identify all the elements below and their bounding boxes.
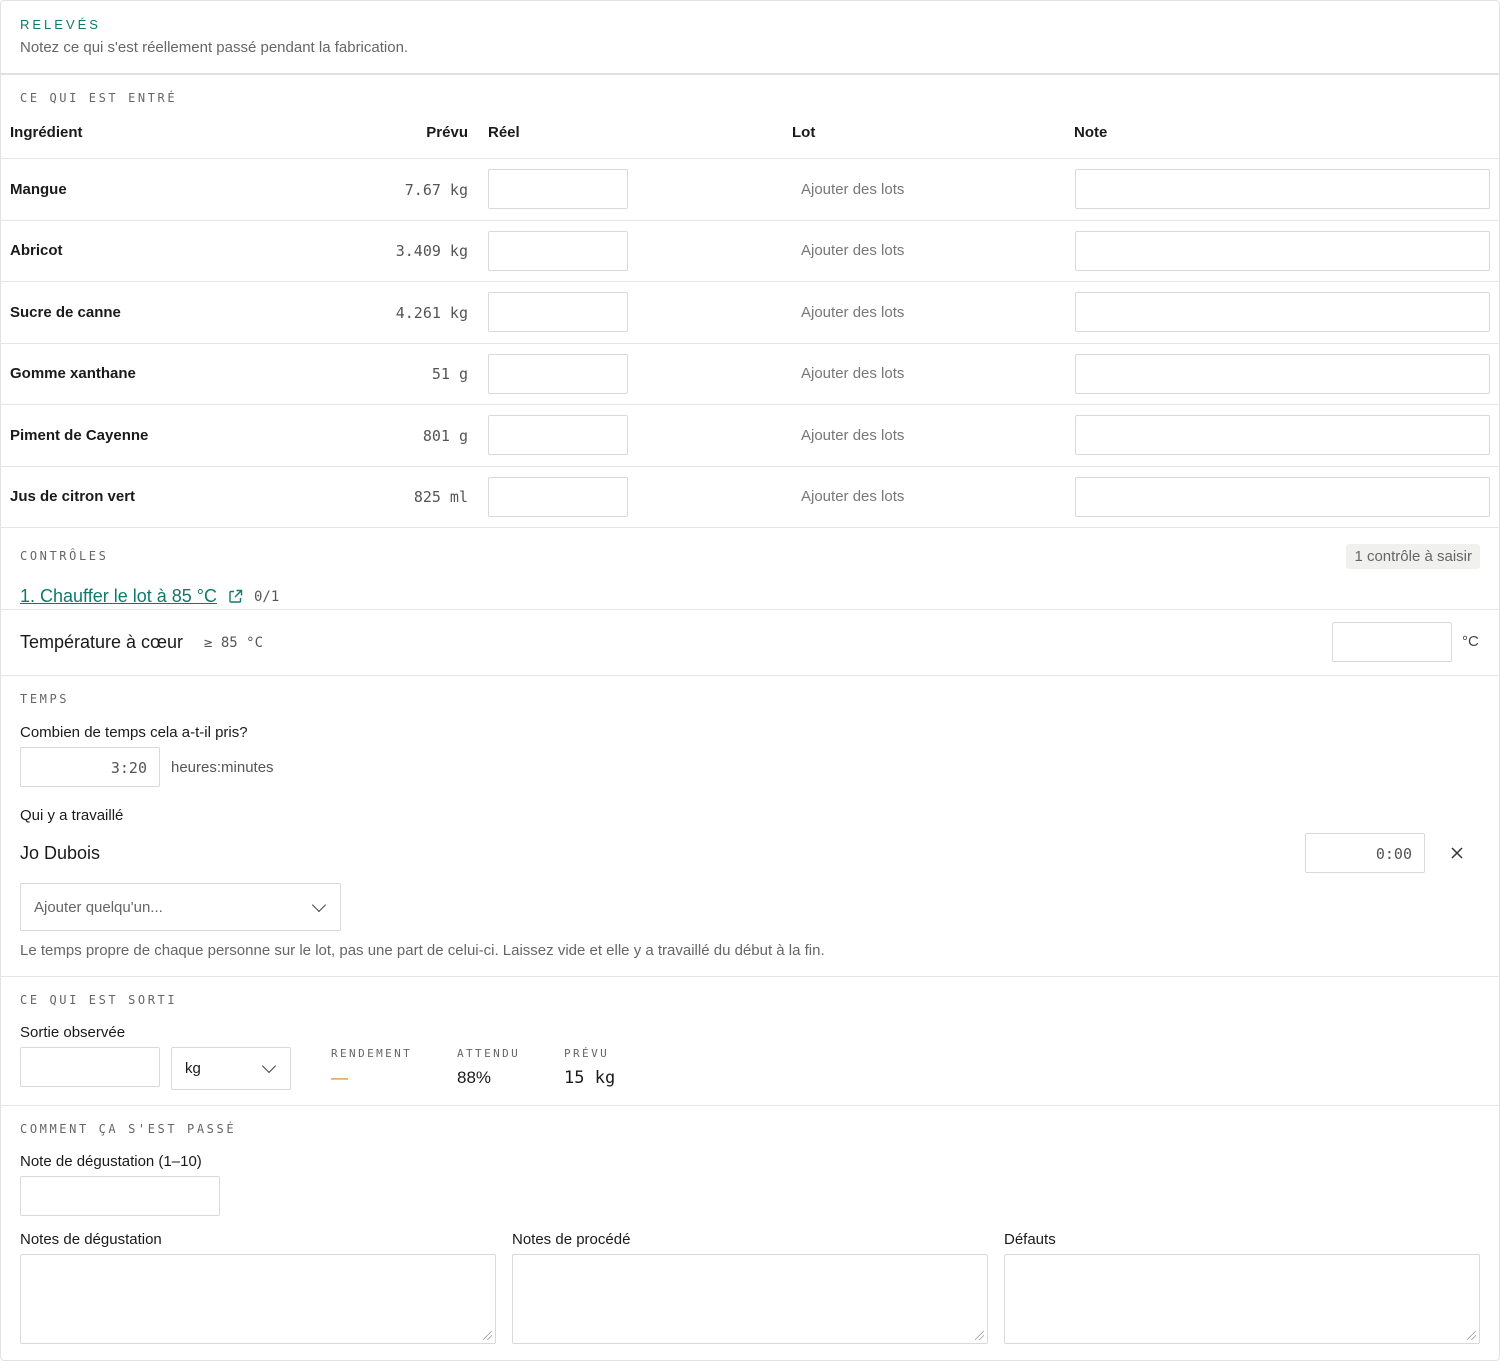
resize-handle-icon[interactable] [483,1331,492,1340]
actual-quantity-input[interactable] [488,415,628,455]
divider [0,976,1500,977]
add-person-placeholder: Ajouter quelqu'un... [34,899,163,916]
tasting-score-input[interactable] [20,1176,220,1216]
note-input[interactable] [1075,354,1490,394]
defects-textarea[interactable] [1004,1254,1480,1344]
column-header-note: Note [1074,124,1108,141]
column-header-actual: Réel [488,124,520,141]
check-target: ≥ 85 °C [204,635,264,651]
column-header-ingredient: Ingrédient [10,124,83,141]
check-label: Température à cœur [20,632,184,652]
section-eyebrow-inputs: CE QUI EST ENTRÉ [20,91,178,105]
add-lots-button[interactable]: Ajouter des lots [801,427,904,444]
ingredient-name: Piment de Cayenne [10,427,149,444]
duration-unit: heures:minutes [171,759,274,776]
chevron-down-icon [261,1058,277,1074]
add-lots-button[interactable]: Ajouter des lots [801,242,904,259]
add-lots-button[interactable]: Ajouter des lots [801,365,904,382]
yield-label: RENDEMENT [331,1047,413,1060]
divider [0,1105,1500,1106]
planned-quantity: 801 g [422,427,468,445]
actual-quantity-input[interactable] [488,292,628,332]
divider [0,281,1500,282]
divider [0,158,1500,159]
planned-output-label: PRÉVU [564,1047,610,1060]
section-eyebrow-records: RELEVÉS [20,17,101,32]
actual-quantity-input[interactable] [488,354,628,394]
divider [0,609,1500,610]
external-link-icon[interactable] [228,589,243,604]
ingredient-name: Sucre de canne [10,304,121,321]
add-lots-button[interactable]: Ajouter des lots [801,304,904,321]
note-input[interactable] [1075,477,1490,517]
control-step-progress: 0/1 [254,589,280,605]
yield-value: — [331,1068,348,1087]
process-notes-textarea[interactable] [512,1254,988,1344]
planned-output-value: 15 kg [564,1068,616,1088]
divider [0,73,1500,75]
workers-label: Qui y a travaillé [20,807,124,824]
column-header-planned: Prévu [426,124,468,141]
duration-value: 3:20 [110,759,147,777]
resize-handle-icon[interactable] [1467,1331,1476,1340]
pending-controls-badge: 1 contrôle à saisir [1346,544,1480,569]
section-subtitle: Notez ce qui s'est réellement passé pend… [20,39,409,56]
divider [0,675,1500,676]
ingredient-name: Mangue [10,181,67,198]
remove-worker-close-icon[interactable] [1450,846,1464,860]
ingredient-name: Abricot [10,242,63,259]
planned-quantity: 7.67 kg [404,181,468,199]
output-unit-select[interactable]: kg [171,1047,291,1090]
expected-value: 88% [457,1068,492,1087]
column-header-lot: Lot [792,124,816,141]
resize-handle-icon[interactable] [975,1331,984,1340]
ingredient-name: Gomme xanthane [10,365,136,382]
note-input[interactable] [1075,292,1490,332]
planned-quantity: 825 ml [413,488,468,506]
output-unit-value: kg [185,1060,201,1077]
expected-label: ATTENDU [457,1047,521,1060]
divider [0,220,1500,221]
duration-input[interactable]: 3:20 [20,747,160,787]
add-lots-button[interactable]: Ajouter des lots [801,488,904,505]
section-eyebrow-output: CE QUI EST SORTI [20,993,178,1007]
chevron-down-icon [311,897,327,913]
worker-time-value: 0:00 [1375,845,1412,863]
observed-output-label: Sortie observée [20,1024,126,1041]
defects-label: Défauts [1004,1231,1056,1248]
control-step-link[interactable]: 1. Chauffer le lot à 85 °C [20,586,217,607]
add-lots-button[interactable]: Ajouter des lots [801,181,904,198]
observed-output-input[interactable] [20,1047,160,1087]
section-eyebrow-notes: COMMENT ÇA S'EST PASSÉ [20,1122,237,1136]
ingredient-name: Jus de citron vert [10,488,136,505]
worker-time-input[interactable]: 0:00 [1305,833,1425,873]
temperature-unit: °C [1462,633,1479,650]
tasting-notes-label: Notes de dégustation [20,1231,162,1248]
add-person-select[interactable]: Ajouter quelqu'un... [20,883,341,931]
worker-name: Jo Dubois [20,843,101,863]
duration-question: Combien de temps cela a-t-il pris? [20,724,248,741]
section-eyebrow-time: TEMPS [20,692,70,706]
divider [0,466,1500,467]
divider [0,404,1500,405]
planned-quantity: 51 g [431,365,468,383]
note-input[interactable] [1075,169,1490,209]
divider [0,527,1500,528]
actual-quantity-input[interactable] [488,477,628,517]
tasting-notes-textarea[interactable] [20,1254,496,1344]
note-input[interactable] [1075,415,1490,455]
actual-quantity-input[interactable] [488,169,628,209]
process-notes-label: Notes de procédé [512,1231,631,1248]
tasting-score-label: Note de dégustation (1–10) [20,1153,202,1170]
divider [0,343,1500,344]
core-temperature-input[interactable] [1332,622,1452,662]
actual-quantity-input[interactable] [488,231,628,271]
workers-help-text: Le temps propre de chaque personne sur l… [20,942,825,959]
section-eyebrow-controls: CONTRÔLES [20,549,109,563]
note-input[interactable] [1075,231,1490,271]
planned-quantity: 4.261 kg [395,304,468,322]
planned-quantity: 3.409 kg [395,242,468,260]
